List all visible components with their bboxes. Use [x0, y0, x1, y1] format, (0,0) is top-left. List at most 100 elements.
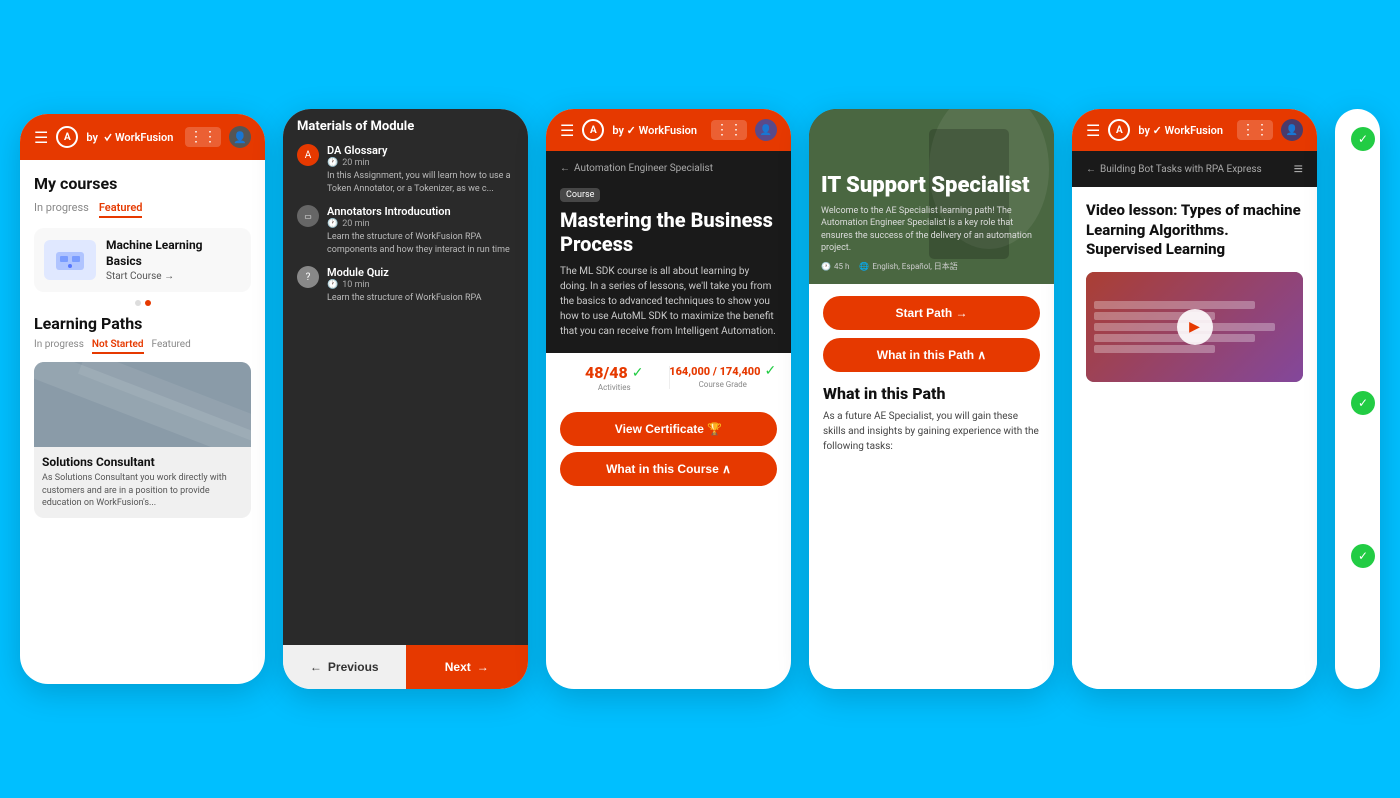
video-bar-1	[1094, 301, 1255, 309]
module-desc-3: Learn the structure of WorkFusion RPA	[327, 292, 481, 305]
module-meta-1: 🕐 20 min	[327, 158, 514, 168]
course-hero: ← Automation Engineer Specialist Course …	[546, 151, 791, 353]
play-button[interactable]: ▶	[1177, 309, 1213, 345]
module-title: Materials of Module	[297, 119, 514, 134]
view-certificate-button[interactable]: View Certificate 🏆	[560, 412, 777, 446]
lp-image: 🕐 45 h	[34, 362, 251, 447]
back-link[interactable]: ← Automation Engineer Specialist	[560, 163, 777, 174]
card3-hamburger[interactable]: ☰	[560, 121, 574, 140]
card3-body: ← Automation Engineer Specialist Course …	[546, 151, 791, 689]
stat-activities-num: 48/48	[585, 363, 628, 382]
module-desc-2: Learn the structure of WorkFusion RPA co…	[327, 231, 514, 256]
lp-info: Solutions Consultant As Solutions Consul…	[34, 447, 251, 518]
card-path-completion: ✓ Introduction to Automation Specialist …	[1335, 109, 1380, 689]
nav-buttons: ← Previous Next →	[283, 645, 528, 689]
course-hero-desc: The ML SDK course is all about learning …	[560, 264, 777, 339]
hero-langs: 🌐 English, Español, 日本語	[859, 261, 957, 272]
stat-activities-label: Activities	[560, 383, 669, 392]
module-list: Materials of Module A DA Glossary 🕐 20 m…	[283, 109, 528, 645]
card-course-detail: ☰ A by ✓ WorkFusion ⋮⋮ 👤 ← Automation En…	[546, 109, 791, 689]
card5-header-left: ☰ A by ✓ WorkFusion	[1086, 119, 1223, 141]
card-video-lesson: ☰ A by ✓ WorkFusion ⋮⋮ 👤 ← Building Bot …	[1072, 109, 1317, 689]
hero-meta: 🕐 45 h 🌐 English, Español, 日本語	[821, 261, 1042, 272]
video-thumbnail[interactable]: ▶	[1086, 272, 1303, 382]
check-icon-1: ✓	[1351, 127, 1375, 151]
card4-hero: IT Support Specialist Welcome to the AE …	[809, 109, 1054, 284]
stat-grade-check: ✓	[765, 363, 777, 379]
my-courses-tabs: In progress Featured	[34, 201, 251, 218]
logo-badge: A	[56, 126, 78, 148]
card5-logo: A	[1108, 119, 1130, 141]
module-name-2: Annotators Introducution	[327, 205, 514, 218]
dot-1	[135, 300, 141, 306]
course-info: Machine Learning Basics Start Course →	[106, 238, 241, 282]
video-bar-5	[1094, 345, 1215, 353]
video-bar-4	[1094, 334, 1255, 342]
module-icon-3: ?	[297, 266, 319, 288]
check-icon-3: ✓	[1351, 544, 1375, 568]
lp-tab-featured[interactable]: Featured	[152, 339, 191, 354]
nav-menu-icon[interactable]: ≡	[1294, 159, 1303, 179]
hero-content: IT Support Specialist Welcome to the AE …	[821, 174, 1042, 272]
card5-avatar[interactable]: 👤	[1281, 119, 1303, 141]
card5-body: Video lesson: Types of machine Learning …	[1072, 187, 1317, 689]
path-item-1: ✓ Introduction to Automation Specialist …	[1351, 125, 1364, 375]
card-my-courses: ☰ A by WorkFusion ⋮⋮ 👤 My courses In pro…	[20, 114, 265, 684]
video-title: Video lesson: Types of machine Learning …	[1086, 201, 1303, 260]
card5-hamburger[interactable]: ☰	[1086, 121, 1100, 140]
stat-grade-num: 164,000 / 174,400	[669, 365, 760, 378]
hamburger-icon[interactable]: ☰	[34, 128, 48, 147]
module-icon-2: ▭	[297, 205, 319, 227]
grid-icon[interactable]: ⋮⋮	[185, 127, 221, 147]
start-path-button[interactable]: Start Path →	[823, 296, 1040, 330]
card3-grid-icon[interactable]: ⋮⋮	[711, 120, 747, 140]
lp-tab-in-progress[interactable]: In progress	[34, 339, 84, 354]
stat-grade: 164,000 / 174,400 ✓ Course Grade	[669, 363, 778, 392]
learning-paths-title: Learning Paths	[34, 314, 251, 333]
card3-header-icons: ⋮⋮ 👤	[711, 119, 777, 141]
card3-logo-text: by ✓ WorkFusion	[612, 124, 697, 137]
module-icon-1: A	[297, 144, 319, 166]
card5-header: ☰ A by ✓ WorkFusion ⋮⋮ 👤	[1072, 109, 1317, 151]
stat-check-icon: ✓	[632, 365, 644, 381]
lp-tabs: In progress Not Started Featured	[34, 339, 251, 354]
user-avatar[interactable]: 👤	[229, 126, 251, 148]
course-item[interactable]: Machine Learning Basics Start Course →	[34, 228, 251, 292]
module-info-1: DA Glossary 🕐 20 min In this Assignment,…	[327, 144, 514, 195]
next-button[interactable]: Next →	[406, 645, 529, 689]
what-in-path-button[interactable]: What in this Path ∧	[823, 338, 1040, 372]
card5-grid-icon[interactable]: ⋮⋮	[1237, 120, 1273, 140]
course-hero-title: Mastering the Business Process	[560, 208, 777, 256]
nav-back[interactable]: ← Building Bot Tasks with RPA Express	[1086, 164, 1262, 175]
module-info-2: Annotators Introducution 🕐 20 min Learn …	[327, 205, 514, 256]
check-icon-2: ✓	[1351, 391, 1375, 415]
module-item-1: A DA Glossary 🕐 20 min In this Assignmen…	[297, 144, 514, 195]
prev-arrow: ←	[310, 660, 322, 674]
module-meta-3: 🕐 10 min	[327, 280, 481, 290]
prev-button[interactable]: ← Previous	[283, 645, 406, 689]
hero-time: 🕐 45 h	[821, 261, 849, 272]
card3-avatar[interactable]: 👤	[755, 119, 777, 141]
hero-desc: Welcome to the AE Specialist learning pa…	[821, 205, 1042, 255]
lp-desc: As Solutions Consultant you work directl…	[42, 472, 243, 510]
module-info-3: Module Quiz 🕐 10 min Learn the structure…	[327, 266, 481, 305]
tab-featured[interactable]: Featured	[99, 201, 143, 218]
card-module-navigator: Materials of Module A DA Glossary 🕐 20 m…	[283, 109, 528, 689]
path-item-2: ✓ AutoML SDK Data Analyst gets you on th…	[1351, 389, 1364, 528]
module-name-3: Module Quiz	[327, 266, 481, 279]
course-name: Machine Learning Basics	[106, 238, 241, 269]
lp-tab-not-started[interactable]: Not Started	[92, 339, 144, 354]
card3-header-left: ☰ A by ✓ WorkFusion	[560, 119, 697, 141]
card5-nav: ← Building Bot Tasks with RPA Express ≡	[1072, 151, 1317, 187]
card1-body: My courses In progress Featured Machine …	[20, 160, 265, 684]
tab-in-progress[interactable]: In progress	[34, 201, 89, 218]
course-cta[interactable]: Start Course →	[106, 271, 241, 282]
module-item-3: ? Module Quiz 🕐 10 min Learn the structu…	[297, 266, 514, 305]
course-thumbnail	[44, 240, 96, 280]
module-item-2: ▭ Annotators Introducution 🕐 20 min Lear…	[297, 205, 514, 256]
stat-activities: 48/48 ✓ Activities	[560, 363, 669, 392]
lp-card[interactable]: 🕐 45 h Solutions Consultant As Solutions…	[34, 362, 251, 518]
hero-title: IT Support Specialist	[821, 174, 1042, 198]
what-in-course-button[interactable]: What in this Course ∧	[560, 452, 777, 486]
card5-header-icons: ⋮⋮ 👤	[1237, 119, 1303, 141]
